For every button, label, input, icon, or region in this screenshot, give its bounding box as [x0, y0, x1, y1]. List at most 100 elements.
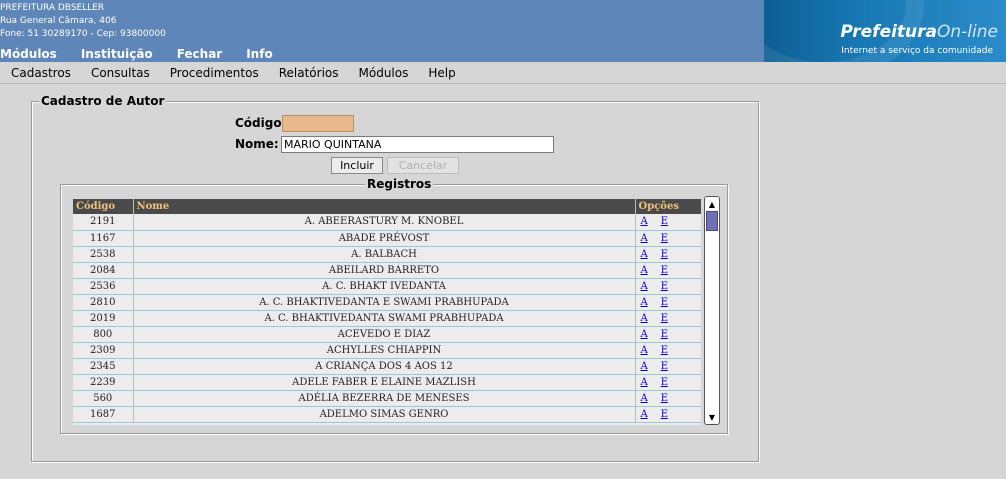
- excluir-link[interactable]: E: [661, 313, 668, 324]
- app-menu-bar: Cadastros Consultas Procedimentos Relató…: [0, 62, 1006, 84]
- table-header-row: Código Nome Opções: [73, 199, 701, 214]
- table-row: 2538 A. BALBACH A E: [73, 246, 701, 263]
- nome-field[interactable]: MARIO QUINTANA: [281, 136, 554, 153]
- cell-codigo: 1687: [73, 406, 134, 423]
- cell-nome: ADELE FABER E ELAINE MAZLISH: [133, 374, 636, 391]
- alterar-link[interactable]: A: [641, 265, 648, 276]
- excluir-link[interactable]: E: [661, 216, 668, 227]
- cell-opcoes: AE: [635, 358, 701, 375]
- cell-codigo: 2239: [73, 374, 134, 391]
- table-row: 2084 ABEILARD BARRETO A E: [73, 262, 701, 279]
- cell-opcoes: AE: [635, 310, 701, 327]
- alterar-link[interactable]: A: [641, 233, 648, 244]
- cell-nome: A. C. BHAKTIVEDANTA E SWAMI PRABHUPADA: [133, 294, 636, 311]
- cell-codigo: 2191: [73, 214, 134, 231]
- alterar-link[interactable]: A: [641, 281, 648, 292]
- cell-nome: A. ABEERASTURY M. KNOBEL: [133, 214, 636, 231]
- logo-subtitle: Internet a serviço da comunidade: [841, 46, 993, 56]
- table-row: 1167 ABADE PRÉVOST A E: [73, 230, 701, 247]
- menu-help[interactable]: Help: [428, 66, 455, 80]
- cell-codigo: 560: [73, 390, 134, 407]
- registros-legend: Registros: [365, 177, 434, 191]
- alterar-link[interactable]: A: [641, 409, 648, 420]
- cell-nome: A. C. BHAKTIVEDANTA SWAMI PRABHUPADA: [133, 310, 636, 327]
- cell-codigo: 2084: [73, 262, 134, 279]
- grid-scrollbar[interactable]: ▲ ▼: [704, 196, 720, 425]
- cancelar-button[interactable]: Cancelar: [387, 157, 459, 174]
- excluir-link[interactable]: E: [661, 409, 668, 420]
- alterar-link[interactable]: A: [641, 393, 648, 404]
- org-address: Rua General Câmara, 406: [0, 16, 117, 26]
- cell-nome: ABADE PRÉVOST: [133, 230, 636, 247]
- excluir-link[interactable]: E: [661, 345, 668, 356]
- excluir-link[interactable]: E: [661, 377, 668, 388]
- column-header-codigo[interactable]: Código: [73, 199, 134, 214]
- menu-procedimentos[interactable]: Procedimentos: [170, 66, 259, 80]
- column-header-opcoes: Opções: [635, 199, 701, 214]
- alterar-link[interactable]: A: [641, 249, 648, 260]
- cell-opcoes: AE: [635, 390, 701, 407]
- table-row: 2345 A CRIANÇA DOS 4 AOS 12 A E: [73, 358, 701, 375]
- cadastro-legend: Cadastro de Autor: [39, 94, 167, 108]
- cell-opcoes: AE: [635, 406, 701, 423]
- top-menu-fechar[interactable]: Fechar: [177, 46, 223, 62]
- menu-modulos[interactable]: Módulos: [359, 66, 409, 80]
- table-row: 2239 ADELE FABER E ELAINE MAZLISH A E: [73, 374, 701, 391]
- cell-nome: ACHYLLES CHIAPPIN: [133, 342, 636, 359]
- arrow-up-icon[interactable]: ▲: [705, 198, 719, 210]
- registros-table: Código Nome Opções 2191 A. ABEERASTURY M.…: [73, 199, 701, 423]
- cell-nome: ACEVEDO E DIAZ: [133, 326, 636, 343]
- cell-opcoes: AE: [635, 326, 701, 343]
- cell-opcoes: AE: [635, 342, 701, 359]
- table-row: 2019 A. C. BHAKTIVEDANTA SWAMI PRABHUPADA…: [73, 310, 701, 327]
- excluir-link[interactable]: E: [661, 233, 668, 244]
- top-menu-instituicao[interactable]: Instituição: [81, 46, 153, 62]
- codigo-field[interactable]: [282, 115, 354, 132]
- excluir-link[interactable]: E: [661, 265, 668, 276]
- alterar-link[interactable]: A: [641, 361, 648, 372]
- cell-codigo: 2345: [73, 358, 134, 375]
- cell-nome: ADÉLIA BEZERRA DE MENESES: [133, 390, 636, 407]
- cell-codigo: 2536: [73, 278, 134, 295]
- alterar-link[interactable]: A: [641, 329, 648, 340]
- alterar-link[interactable]: A: [641, 216, 648, 227]
- top-menu: Módulos Instituição Fechar Info: [0, 46, 297, 62]
- excluir-link[interactable]: E: [661, 361, 668, 372]
- column-header-nome[interactable]: Nome: [133, 199, 636, 214]
- table-row: 2536 A. C. BHAKT IVEDANTA A E: [73, 278, 701, 295]
- excluir-link[interactable]: E: [661, 329, 668, 340]
- table-body: 2191 A. ABEERASTURY M. KNOBEL A E 1167 ABADE …: [73, 214, 701, 423]
- cell-nome: A. BALBACH: [133, 246, 636, 263]
- excluir-link[interactable]: E: [661, 297, 668, 308]
- table-row: 2810 A. C. BHAKTIVEDANTA E SWAMI PRABHUPA…: [73, 294, 701, 311]
- cell-opcoes: AE: [635, 278, 701, 295]
- alterar-link[interactable]: A: [641, 345, 648, 356]
- cell-nome: ABEILARD BARRETO: [133, 262, 636, 279]
- excluir-link[interactable]: E: [661, 393, 668, 404]
- excluir-link[interactable]: E: [661, 281, 668, 292]
- cell-opcoes: AE: [635, 294, 701, 311]
- table-row: 2191 A. ABEERASTURY M. KNOBEL A E: [73, 214, 701, 231]
- brand-logo: PrefeituraOn-line Internet a serviço da …: [764, 0, 1006, 62]
- cell-codigo: 1167: [73, 230, 134, 247]
- table-row: 1687 ADELMO SIMAS GENRO A E: [73, 406, 701, 423]
- cell-nome: ADELMO SIMAS GENRO: [133, 406, 636, 423]
- alterar-link[interactable]: A: [641, 313, 648, 324]
- incluir-button[interactable]: Incluir: [331, 157, 383, 174]
- scrollbar-thumb[interactable]: [706, 211, 718, 231]
- alterar-link[interactable]: A: [641, 377, 648, 388]
- registros-grid: Código Nome Opções 2191 A. ABEERASTURY M.…: [73, 199, 701, 425]
- menu-relatorios[interactable]: Relatórios: [279, 66, 339, 80]
- cell-codigo: 2309: [73, 342, 134, 359]
- menu-cadastros[interactable]: Cadastros: [11, 66, 71, 80]
- menu-consultas[interactable]: Consultas: [91, 66, 150, 80]
- excluir-link[interactable]: E: [661, 249, 668, 260]
- alterar-link[interactable]: A: [641, 297, 648, 308]
- arrow-down-icon[interactable]: ▼: [705, 411, 719, 423]
- table-row: 800 ACEVEDO E DIAZ A E: [73, 326, 701, 343]
- nome-label: Nome:: [235, 137, 279, 151]
- top-menu-modulos[interactable]: Módulos: [0, 46, 57, 62]
- cell-opcoes: AE: [635, 246, 701, 263]
- cell-codigo: 2810: [73, 294, 134, 311]
- top-menu-info[interactable]: Info: [246, 46, 272, 62]
